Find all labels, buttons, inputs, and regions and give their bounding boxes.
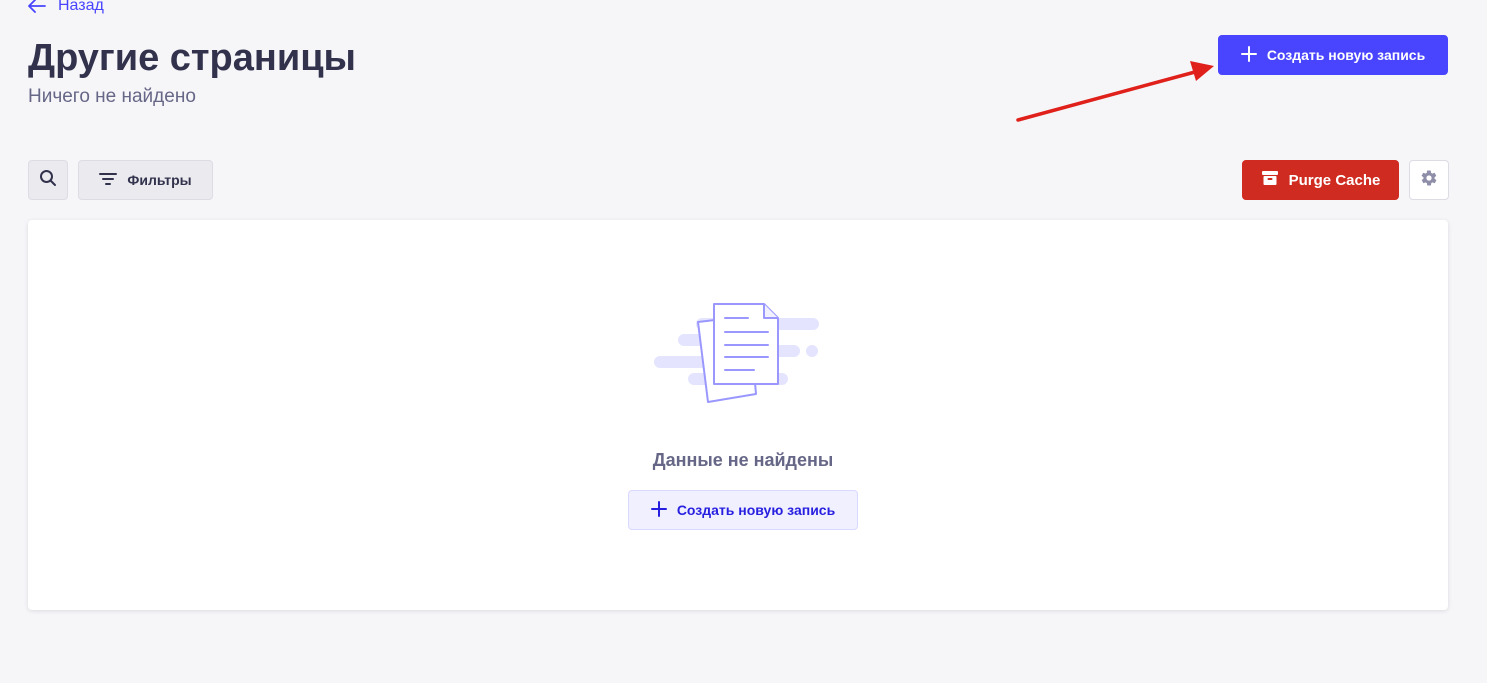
empty-state-message: Данные не найдены [652, 450, 834, 470]
documents-illustration [652, 298, 822, 413]
gear-icon [1420, 169, 1438, 192]
purge-cache-label: Purge Cache [1288, 171, 1381, 189]
empty-state-create-label: Создать новую запись [676, 502, 836, 518]
page-title: Другие страницы [28, 37, 357, 79]
empty-state-create-button[interactable]: Создать новую запись [628, 490, 858, 530]
back-link[interactable]: Назад [28, 0, 104, 15]
filters-button[interactable]: Фильтры [78, 160, 213, 200]
archive-icon [1261, 170, 1279, 190]
settings-button[interactable] [1409, 160, 1449, 200]
purge-cache-button[interactable]: Purge Cache [1242, 160, 1399, 200]
arrow-left-icon [28, 0, 46, 13]
plus-icon [1240, 45, 1257, 65]
create-entry-button[interactable]: Создать новую запись [1218, 35, 1448, 75]
plus-icon [650, 500, 667, 520]
filter-icon [99, 172, 118, 189]
create-entry-label: Создать новую запись [1266, 47, 1426, 63]
search-icon [39, 169, 57, 192]
back-link-label: Назад [58, 0, 104, 14]
filters-label: Фильтры [127, 172, 192, 188]
content-card: Данные не найдены Создать новую запись [28, 220, 1448, 610]
page-subtitle: Ничего не найдено [28, 86, 196, 107]
search-button[interactable] [28, 160, 68, 200]
